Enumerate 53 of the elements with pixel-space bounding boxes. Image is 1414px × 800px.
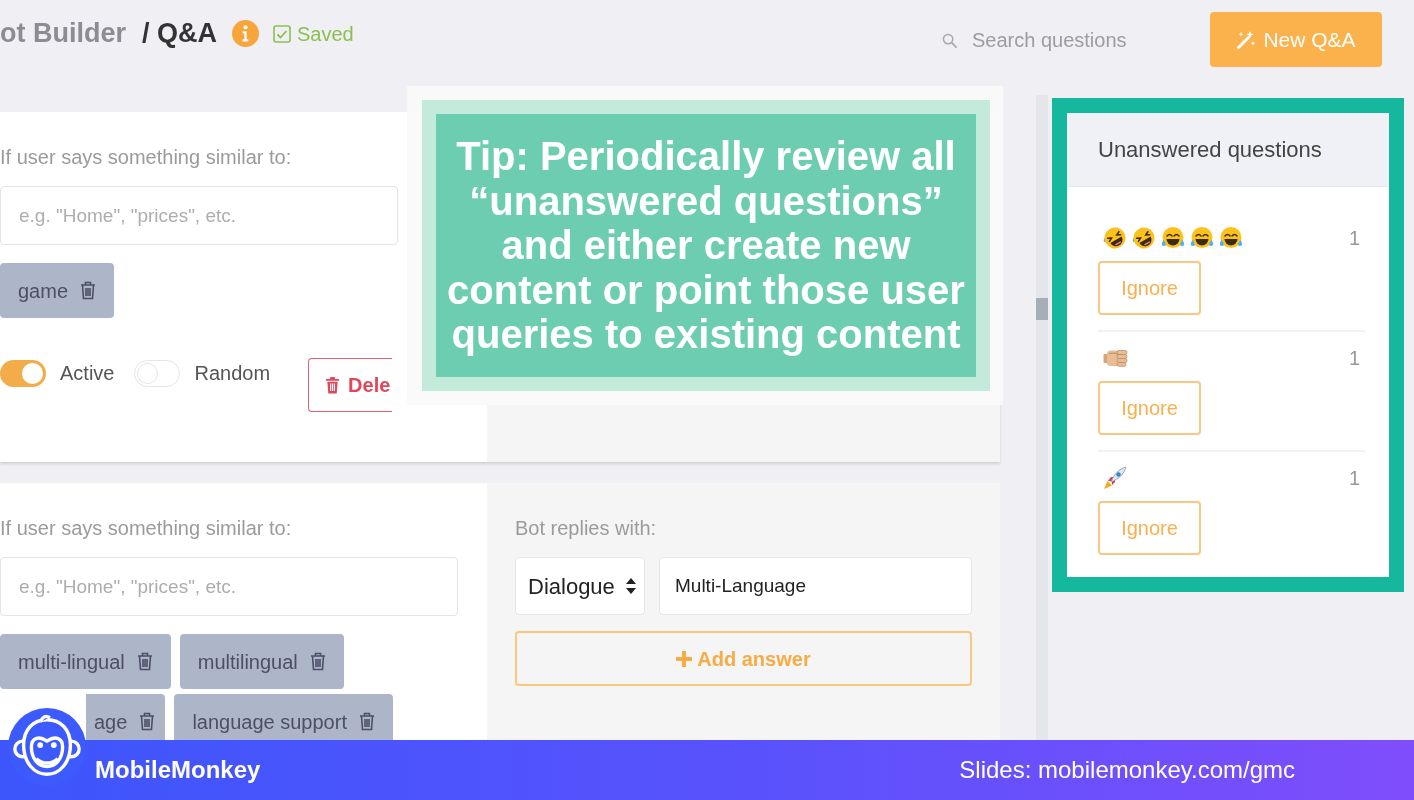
type-select[interactable]: Dialogue: [515, 557, 645, 615]
trash-icon[interactable]: [80, 281, 97, 300]
plus-icon: [676, 650, 693, 667]
add-answer-button[interactable]: Add answer: [515, 631, 972, 686]
brand-name: MobileMonkey: [95, 755, 261, 785]
trash-icon[interactable]: [136, 652, 153, 671]
tag-text: multi-lingual: [18, 649, 125, 675]
fist-icon: [1103, 349, 1128, 367]
rolling-laughing-face-icon: [1132, 226, 1156, 250]
field-label: Bot replies with:: [515, 516, 657, 540]
scrollbar[interactable]: [1036, 95, 1048, 740]
trash-icon[interactable]: [309, 652, 326, 671]
laughing-tears-face-icon: [1190, 226, 1214, 250]
laughing-tears-face-icon: [1219, 226, 1243, 250]
tag-text: game: [18, 278, 69, 304]
trash-icon: [325, 376, 341, 394]
rolling-laughing-face-icon: [1103, 226, 1127, 250]
phrase-input[interactable]: e.g. "Home", "prices", etc.: [0, 186, 398, 245]
sort-arrows-icon: [626, 578, 636, 594]
question-count: 1: [1348, 466, 1360, 491]
tip-text: Tip: Periodically review all “unanswered questions” and either create new content or point those user queries to existing content: [446, 134, 966, 357]
trash-icon[interactable]: [358, 712, 375, 731]
tag-text: language support: [192, 709, 347, 735]
reply-field[interactable]: Multi-Language: [659, 557, 972, 615]
section-title: / Q&A: [142, 17, 217, 51]
tag-text: age: [94, 709, 128, 735]
scrollbar-thumb[interactable]: [1036, 298, 1048, 320]
search-icon: [942, 32, 957, 48]
laughing-tears-face-icon: [1161, 226, 1185, 250]
toggle-switch[interactable]: [0, 359, 46, 387]
ignore-button[interactable]: Ignore: [1098, 501, 1201, 555]
field-label: If user says something similar to:: [0, 145, 292, 169]
tag-text: multilingual: [197, 649, 298, 675]
delete-button[interactable]: Dele: [308, 358, 393, 412]
panel-title: Unanswered questions: [1067, 113, 1389, 187]
new-qa-button[interactable]: New Q&A: [1210, 12, 1382, 67]
rocket-icon: [1103, 466, 1127, 490]
page-title: ot Builder: [0, 17, 126, 51]
question-count: 1: [1348, 346, 1360, 371]
ignore-button[interactable]: Ignore: [1098, 381, 1201, 435]
toggle-switch[interactable]: [134, 359, 181, 387]
checkbox-tick-icon: [273, 24, 291, 43]
slides-link-text: Slides: mobilemonkey.com/gmc: [959, 755, 1295, 785]
toggle-label: Active: [60, 361, 115, 386]
ignore-button[interactable]: Ignore: [1098, 261, 1201, 315]
magic-wand-icon: [1236, 29, 1257, 50]
trash-icon[interactable]: [139, 712, 156, 731]
phrase-input[interactable]: e.g. "Home", "prices", etc.: [0, 557, 458, 616]
search-field[interactable]: Search questions: [972, 25, 1172, 55]
question-count: 1: [1348, 226, 1360, 251]
toggle-label: Random: [194, 361, 271, 386]
save-status: Saved: [297, 21, 354, 47]
field-label: If user says something similar to:: [0, 516, 292, 540]
